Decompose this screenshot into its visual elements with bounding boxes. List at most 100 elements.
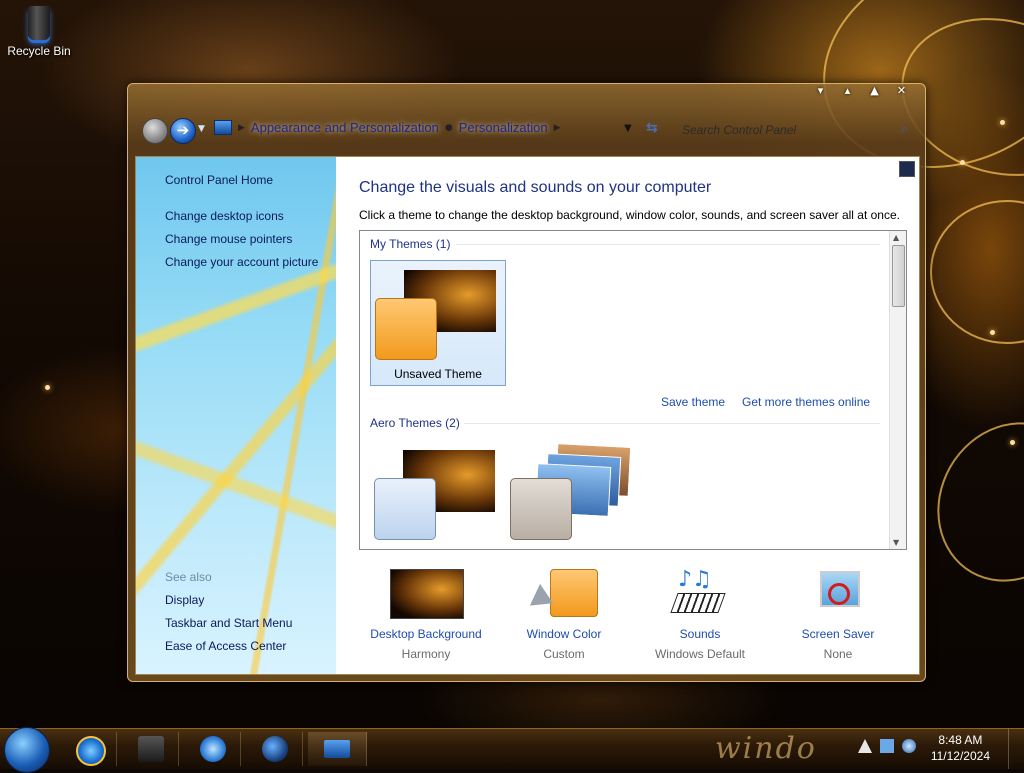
action-center-icon[interactable] — [858, 739, 872, 753]
system-clock[interactable]: 8:48 AM 11/12/2024 — [931, 732, 990, 764]
ease-of-access-link[interactable]: Ease of Access Center — [165, 639, 286, 653]
recent-pages-dropdown[interactable]: ▼ — [198, 124, 205, 134]
window-color-setting[interactable]: Window Color Custom — [499, 565, 629, 661]
sounds-icon: ♪♫ — [664, 569, 736, 619]
address-dropdown[interactable]: ▼ — [624, 123, 632, 134]
forward-button[interactable]: ➔ — [170, 118, 196, 144]
my-themes-header: My Themes (1) — [370, 237, 451, 251]
themes-list: My Themes (1) Unsaved Theme Save theme G… — [359, 230, 907, 550]
page-title: Change the visuals and sounds on your co… — [359, 179, 712, 196]
volume-icon[interactable] — [902, 739, 916, 753]
taskbar-internet-explorer[interactable] — [60, 732, 117, 766]
window-caption-buttons: ▾ ▴ ▲ ✕ — [807, 84, 915, 100]
display-link[interactable]: Display — [165, 593, 204, 607]
aero-theme-tile-1[interactable] — [370, 441, 504, 549]
folder-icon — [138, 736, 164, 762]
window-color-icon — [528, 569, 600, 619]
breadcrumb-appearance[interactable]: Appearance and Personalization — [251, 120, 439, 135]
see-also-heading: See also — [165, 570, 212, 584]
page-description: Click a theme to change the desktop back… — [359, 208, 900, 222]
sounds-label[interactable]: Sounds — [635, 627, 765, 641]
change-desktop-icons-link[interactable]: Change desktop icons — [165, 209, 284, 223]
search-box[interactable]: Search Control Panel ⌕ — [678, 120, 910, 142]
screen-saver-label[interactable]: Screen Saver — [773, 627, 903, 641]
change-account-picture-link[interactable]: Change your account picture — [165, 255, 318, 269]
taskbar-media-player[interactable] — [184, 732, 241, 766]
sounds-value: Windows Default — [654, 647, 746, 661]
media-player-icon — [200, 736, 226, 762]
themes-scrollbar[interactable]: ▲ ▼ — [889, 231, 906, 549]
content-area: Control Panel Home Change desktop icons … — [135, 156, 920, 675]
theme-settings-bar: Desktop Background Harmony Window Color … — [359, 565, 905, 665]
desktop-background-label[interactable]: Desktop Background — [361, 627, 491, 641]
search-icon[interactable]: ⌕ — [901, 122, 908, 137]
breadcrumb-separator-icon[interactable]: ▶ — [238, 123, 245, 133]
breadcrumb-separator-icon[interactable]: ● — [445, 123, 453, 133]
save-theme-link[interactable]: Save theme — [661, 395, 725, 409]
back-button[interactable] — [142, 118, 168, 144]
personalization-window: ▾ ▴ ▲ ✕ ➔ ▼ ▶ Appearance and Personaliza… — [127, 83, 926, 682]
help-icon[interactable] — [899, 161, 915, 177]
wallpaper-spark — [990, 330, 995, 335]
clock-time: 8:48 AM — [938, 733, 983, 747]
taskbar-network[interactable] — [246, 732, 303, 766]
wallpaper-spark — [1000, 120, 1005, 125]
unsaved-theme-tile[interactable]: Unsaved Theme — [370, 260, 506, 386]
recycle-bin-icon — [28, 6, 50, 40]
taskbar-control-panel[interactable] — [308, 732, 367, 766]
window-color-value: Custom — [543, 647, 585, 661]
wallpaper-spark — [1010, 440, 1015, 445]
theme-color-swatch — [375, 298, 437, 360]
recycle-bin-label: Recycle Bin — [7, 44, 71, 58]
address-bar[interactable]: ▶ Appearance and Personalization ● Perso… — [214, 120, 561, 135]
control-panel-home-link[interactable]: Control Panel Home — [165, 173, 273, 187]
taskbar-start-menu-link[interactable]: Taskbar and Start Menu — [165, 616, 292, 630]
screen-saver-value: None — [823, 647, 853, 661]
start-button[interactable] — [4, 727, 50, 773]
internet-explorer-icon — [76, 736, 106, 766]
theme-color-swatch — [510, 478, 572, 540]
group-divider — [456, 244, 880, 245]
main-pane: Change the visuals and sounds on your co… — [336, 157, 919, 674]
screen-saver-icon — [802, 569, 874, 619]
navigation-bar: ➔ ▼ ▶ Appearance and Personalization ● P… — [138, 114, 915, 146]
taskbar-brand-watermark: windo — [715, 731, 817, 766]
group-divider — [464, 423, 880, 424]
window-color-label[interactable]: Window Color — [499, 627, 629, 641]
scroll-down-icon[interactable]: ▼ — [893, 538, 899, 547]
wallpaper-swirl — [930, 200, 1024, 344]
taskbar: windo 8:48 AM 11/12/2024 — [0, 727, 1024, 773]
change-mouse-pointers-link[interactable]: Change mouse pointers — [165, 232, 292, 246]
network-icon[interactable] — [880, 739, 894, 753]
wallpaper-spark — [960, 160, 965, 165]
show-desktop-button[interactable] — [1008, 729, 1024, 769]
desktop-background-setting[interactable]: Desktop Background Harmony — [361, 565, 491, 661]
globe-icon — [262, 736, 288, 762]
maximize-button[interactable]: ▲ — [861, 84, 888, 100]
control-panel-icon — [324, 740, 350, 758]
aero-themes-header: Aero Themes (2) — [370, 416, 460, 430]
breadcrumb-separator-icon[interactable]: ▶ — [554, 123, 561, 133]
clock-date: 11/12/2024 — [930, 749, 990, 763]
search-input[interactable]: Search Control Panel — [682, 123, 796, 137]
taskbar-explorer[interactable] — [122, 732, 179, 766]
close-button[interactable]: ✕ — [888, 84, 915, 100]
recycle-bin[interactable]: Recycle Bin — [6, 6, 72, 58]
minimize-button[interactable]: ▴ — [834, 84, 861, 100]
get-more-themes-link[interactable]: Get more themes online — [742, 395, 870, 409]
wallpaper-spark — [45, 385, 50, 390]
window-help-button[interactable]: ▾ — [807, 84, 834, 100]
aero-theme-tile-2[interactable] — [506, 441, 640, 549]
desktop-background-icon — [390, 569, 464, 619]
refresh-icon[interactable]: ⇆ — [646, 120, 658, 136]
system-tray — [858, 739, 916, 753]
desktop-background-value: Harmony — [401, 647, 451, 661]
screen-saver-setting[interactable]: Screen Saver None — [773, 565, 903, 661]
breadcrumb-personalization[interactable]: Personalization — [459, 120, 548, 135]
control-panel-icon — [214, 120, 232, 135]
sidebar: Control Panel Home Change desktop icons … — [136, 157, 336, 674]
theme-color-swatch — [374, 478, 436, 540]
scroll-up-icon[interactable]: ▲ — [893, 233, 899, 242]
sounds-setting[interactable]: ♪♫ Sounds Windows Default — [635, 565, 765, 662]
scrollbar-thumb[interactable] — [892, 245, 905, 307]
